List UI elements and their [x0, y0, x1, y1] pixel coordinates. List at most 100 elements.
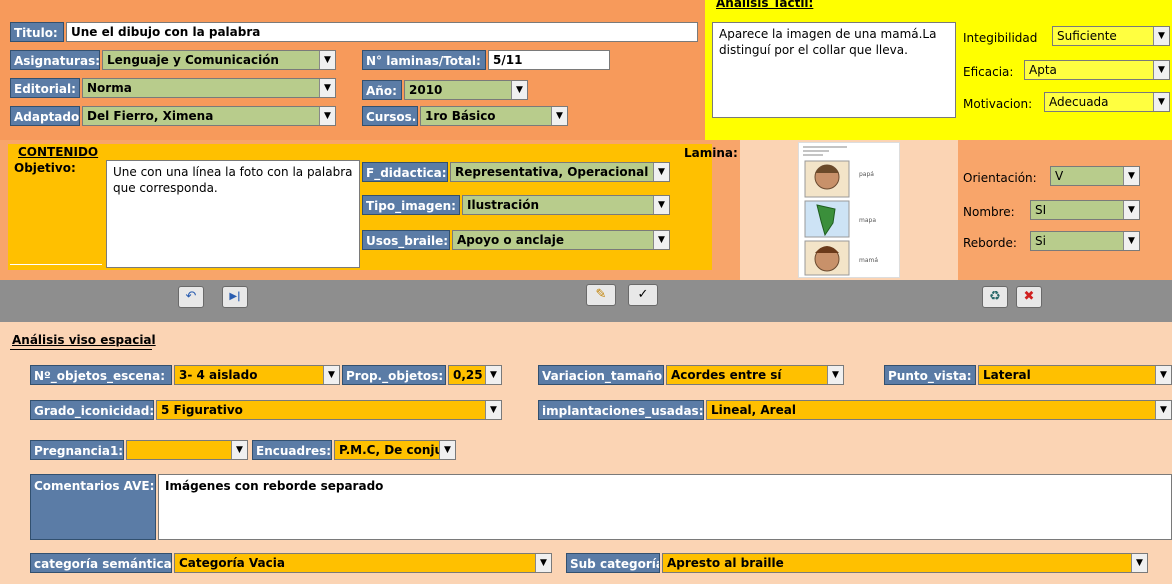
orientacion-select[interactable]: V ▼ [1050, 166, 1140, 186]
pregnancia-select[interactable]: ▼ [126, 440, 248, 460]
asignaturas-label: Asignaturas: [10, 50, 100, 70]
implantaciones-select[interactable]: Lineal, Areal ▼ [706, 400, 1172, 420]
subcategoria-value: Apresto al braille [667, 556, 784, 570]
chevron-down-icon[interactable]: ▼ [551, 107, 567, 125]
chevron-down-icon[interactable]: ▼ [231, 441, 247, 459]
laminas-value: 5/11 [493, 53, 523, 67]
motivacion-value: Adecuada [1049, 95, 1109, 109]
tipo-imagen-select[interactable]: Ilustración ▼ [462, 195, 670, 215]
chevron-down-icon[interactable]: ▼ [485, 366, 501, 384]
lamina-word-1: papá [859, 171, 874, 178]
lamina-word-2: mapa [859, 217, 877, 224]
subcategoria-label: Sub categoría: [566, 553, 660, 573]
anio-label: Año: [362, 80, 402, 100]
pencil-icon: ✎ [595, 287, 607, 302]
asignaturas-value: Lenguaje y Comunicación [107, 53, 279, 67]
n-objetos-select[interactable]: 3- 4 aislado ▼ [174, 365, 340, 385]
eficacia-label: Eficacia: [963, 65, 1014, 79]
variacion-value: Acordes entre sí [671, 368, 782, 382]
subcategoria-select[interactable]: Apresto al braille ▼ [662, 553, 1148, 573]
chevron-down-icon[interactable]: ▼ [1153, 61, 1169, 79]
titulo-label: Titulo: [10, 22, 64, 42]
laminas-field[interactable]: 5/11 [488, 50, 610, 70]
eficacia-value: Apta [1029, 63, 1057, 77]
usos-braile-select[interactable]: Apoyo o anclaje ▼ [452, 230, 670, 250]
lamina-illustration [803, 146, 850, 276]
comentarios-field[interactable]: Imágenes con reborde separado [158, 474, 1172, 540]
chevron-down-icon[interactable]: ▼ [1155, 401, 1171, 419]
implantaciones-value: Lineal, Areal [711, 403, 796, 417]
chevron-down-icon[interactable]: ▼ [1153, 27, 1169, 45]
tipo-imagen-label: Tipo_imagen: [362, 195, 460, 215]
chevron-down-icon[interactable]: ▼ [1123, 201, 1139, 219]
edit-button[interactable]: ✎ [586, 284, 616, 306]
grado-value: 5 Figurativo [161, 403, 243, 417]
chevron-down-icon[interactable]: ▼ [319, 107, 335, 125]
tipo-imagen-value: Ilustración [467, 198, 540, 212]
chevron-down-icon[interactable]: ▼ [1123, 232, 1139, 250]
encuadres-label: Encuadres: [252, 440, 332, 460]
chevron-down-icon[interactable]: ▼ [319, 51, 335, 69]
ave-header-underline [10, 349, 152, 350]
grado-label: Grado_iconicidad: [30, 400, 154, 420]
chevron-down-icon[interactable]: ▼ [653, 231, 669, 249]
f-didactica-select[interactable]: Representativa, Operacional ▼ [450, 162, 670, 182]
orientacion-label: Orientación: [963, 171, 1037, 185]
punto-vista-value: Lateral [983, 368, 1031, 382]
motivacion-select[interactable]: Adecuada ▼ [1044, 92, 1170, 112]
chevron-down-icon[interactable]: ▼ [1131, 554, 1147, 572]
usos-braile-value: Apoyo o anclaje [457, 233, 565, 247]
chevron-down-icon[interactable]: ▼ [535, 554, 551, 572]
chevron-down-icon[interactable]: ▼ [319, 79, 335, 97]
chevron-down-icon[interactable]: ▼ [485, 401, 501, 419]
chevron-down-icon[interactable]: ▼ [653, 163, 669, 181]
confirm-button[interactable]: ✓ [628, 284, 658, 306]
delete-button[interactable]: ✖ [1016, 286, 1042, 308]
tactil-comentario[interactable]: Aparece la imagen de una mamá.La disting… [712, 22, 956, 118]
adaptado-select[interactable]: Del Fierro, Ximena ▼ [82, 106, 336, 126]
chevron-down-icon[interactable]: ▼ [323, 366, 339, 384]
variacion-select[interactable]: Acordes entre sí ▼ [666, 365, 844, 385]
chevron-down-icon[interactable]: ▼ [1153, 93, 1169, 111]
eficacia-select[interactable]: Apta ▼ [1024, 60, 1170, 80]
chevron-down-icon[interactable]: ▼ [827, 366, 843, 384]
encuadres-value: P.M.C, De conju [339, 443, 444, 457]
f-didactica-label: F_didactica: [362, 162, 448, 182]
editorial-select[interactable]: Norma ▼ [82, 78, 336, 98]
asignaturas-select[interactable]: Lenguaje y Comunicación ▼ [102, 50, 336, 70]
objetivo-label: Objetivo: [14, 161, 76, 175]
last-record-button[interactable]: ▶| [222, 286, 248, 308]
cursos-select[interactable]: 1ro Básico ▼ [420, 106, 568, 126]
chevron-down-icon[interactable]: ▼ [653, 196, 669, 214]
lamina-label: Lamina: [684, 146, 738, 160]
prop-objetos-value: 0,25 [453, 368, 483, 382]
chevron-down-icon[interactable]: ▼ [511, 81, 527, 99]
undo-button[interactable]: ↶ [178, 286, 204, 308]
ave-header: Análisis viso espacial [12, 333, 156, 347]
chevron-down-icon[interactable]: ▼ [439, 441, 455, 459]
reborde-value: Si [1035, 234, 1046, 248]
tactil-header: Análisis Tactil: [716, 0, 814, 10]
objetivo-divider [10, 264, 102, 265]
lamina-image: papá mapa mamá [798, 142, 900, 278]
contenido-header: CONTENIDO [18, 145, 99, 159]
cursos-label: Cursos. [362, 106, 418, 126]
punto-vista-select[interactable]: Lateral ▼ [978, 365, 1172, 385]
undo-icon: ↶ [185, 289, 197, 304]
integibilidad-select[interactable]: Suficiente ▼ [1052, 26, 1170, 46]
titulo-field[interactable]: Une el dibujo con la palabra [66, 22, 698, 42]
reborde-label: Reborde: [963, 236, 1017, 250]
nombre-select[interactable]: SI ▼ [1030, 200, 1140, 220]
recycle-button[interactable]: ♻ [982, 286, 1008, 308]
chevron-down-icon[interactable]: ▼ [1155, 366, 1171, 384]
motivacion-label: Motivacion: [963, 97, 1033, 111]
anio-select[interactable]: 2010 ▼ [404, 80, 528, 100]
chevron-down-icon[interactable]: ▼ [1123, 167, 1139, 185]
encuadres-select[interactable]: P.M.C, De conju ▼ [334, 440, 456, 460]
objetivo-field[interactable]: Une con una línea la foto con la palabra… [106, 160, 360, 268]
punto-vista-label: Punto_vista: [884, 365, 976, 385]
categoria-select[interactable]: Categoría Vacia ▼ [174, 553, 552, 573]
grado-select[interactable]: 5 Figurativo ▼ [156, 400, 502, 420]
reborde-select[interactable]: Si ▼ [1030, 231, 1140, 251]
prop-objetos-select[interactable]: 0,25 ▼ [448, 365, 502, 385]
